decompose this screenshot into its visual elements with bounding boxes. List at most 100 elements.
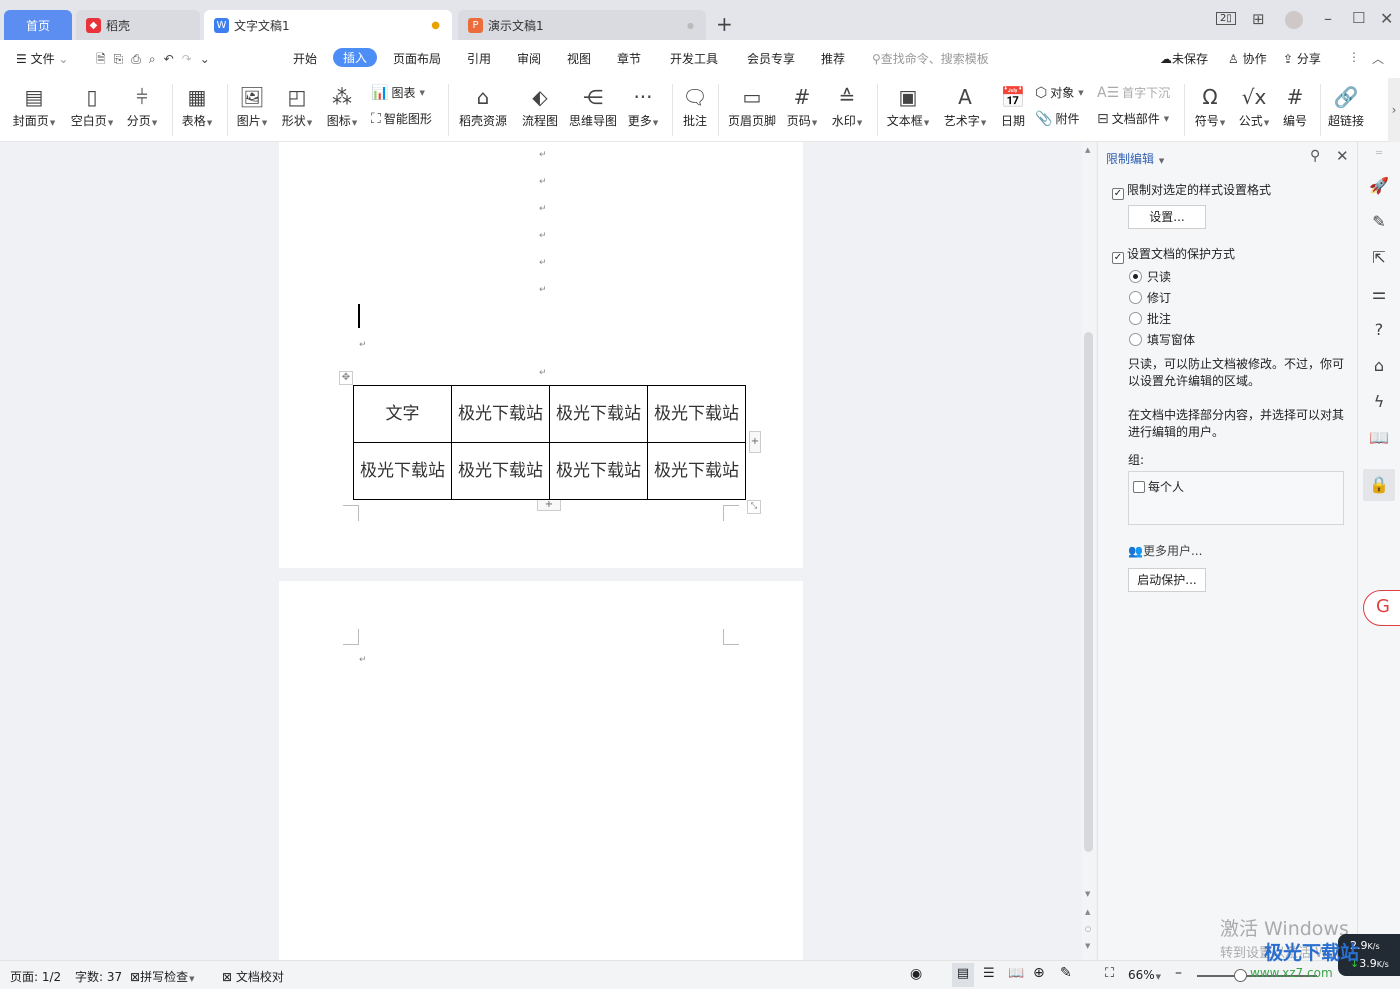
menu-review[interactable]: 审阅	[517, 50, 541, 67]
tab-home[interactable]: 首页	[4, 10, 72, 40]
textbox-button[interactable]: ▣ 文本框▼	[878, 82, 938, 129]
start-protection-button[interactable]: 启动保护...	[1128, 568, 1206, 592]
help-icon[interactable]: ?	[1368, 320, 1390, 339]
flowchart-button[interactable]: ⬖ 流程图	[510, 82, 570, 129]
date-button[interactable]: 📅 日期	[983, 82, 1043, 129]
menu-start[interactable]: 开始	[293, 50, 317, 67]
scroll-up-icon[interactable]: ▲	[1085, 146, 1090, 154]
comment-button[interactable]: 🗨 批注	[665, 82, 725, 129]
add-column-button[interactable]: +	[749, 431, 761, 453]
maximize-button[interactable]: ☐	[1352, 9, 1365, 27]
menu-view[interactable]: 视图	[567, 50, 591, 67]
table-button[interactable]: ▦ 表格▼	[167, 82, 227, 129]
undo-icon[interactable]: ↶	[164, 52, 182, 66]
drag-handle-icon[interactable]: ═	[1368, 148, 1390, 159]
chart-button[interactable]: 📊 图表 ▼	[371, 84, 425, 101]
table-cell[interactable]: 极光下载站	[647, 442, 746, 500]
pin-icon[interactable]: ⚲	[1310, 148, 1320, 164]
tab-presentation[interactable]: P 演示文稿1 ●	[458, 10, 706, 40]
web-view-icon[interactable]: ⊕	[1033, 965, 1045, 981]
radio-track-changes[interactable]: 修订	[1129, 289, 1171, 306]
minimize-button[interactable]: –	[1324, 9, 1332, 28]
print-icon[interactable]: ⎙	[131, 52, 149, 66]
select-browse-object-icon[interactable]: ○	[1085, 925, 1091, 933]
icons-button[interactable]: ⁂ 图标▼	[312, 82, 372, 129]
close-pane-icon[interactable]: ✕	[1336, 147, 1349, 165]
redo-icon[interactable]: ↷	[182, 52, 200, 66]
next-page-icon[interactable]: ▼	[1085, 942, 1090, 950]
hyperlink-button[interactable]: 🔗 超链接	[1316, 82, 1376, 129]
rocket-icon[interactable]: 🚀	[1368, 176, 1390, 195]
page-view-icon[interactable]: ▤	[952, 963, 974, 987]
radio-comments[interactable]: 批注	[1129, 310, 1171, 327]
proofread-button[interactable]: ⊠ 文档校对	[222, 968, 284, 985]
page-break-button[interactable]: ⫩ 分页▼	[112, 82, 172, 129]
save-icon[interactable]: 🗎	[96, 52, 114, 66]
radio[interactable]	[1129, 333, 1142, 346]
zoom-level-dropdown[interactable]: 66%▼	[1128, 968, 1161, 982]
menu-insert[interactable]: 插入	[333, 48, 378, 67]
table-cell[interactable]: 文字	[353, 385, 452, 443]
reading-view-icon[interactable]: 📖	[1008, 966, 1024, 981]
lock-icon[interactable]: 🔒	[1363, 469, 1395, 501]
document-page-1[interactable]: ↵ ↵ ↵ ↵ ↵ ↵ ↵ ↵ ✥ + + ⤡	[279, 142, 803, 568]
more-options-icon[interactable]: ⋮	[1348, 50, 1360, 64]
page-indicator[interactable]: 页面: 1/2	[10, 968, 61, 985]
close-button[interactable]: ✕	[1380, 9, 1393, 28]
tab-writer-doc[interactable]: W 文字文稿1 ●	[204, 10, 452, 40]
lightning-icon[interactable]: ϟ	[1368, 392, 1390, 411]
checkbox-checked[interactable]: ✓	[1112, 252, 1124, 264]
tab-docer[interactable]: ◆ 稻壳	[76, 10, 200, 40]
menu-page-layout[interactable]: 页面布局	[393, 50, 441, 67]
menu-recommend[interactable]: 推荐	[821, 50, 845, 67]
book-search-icon[interactable]: 📖	[1368, 428, 1390, 447]
protect-mode-checkbox[interactable]: ✓ 设置文档的保护方式	[1112, 245, 1235, 264]
radio[interactable]	[1129, 312, 1142, 325]
table-move-handle-icon[interactable]: ✥	[339, 371, 353, 385]
checkbox[interactable]	[1133, 481, 1145, 493]
cover-page-button[interactable]: ▤ 封面页▼	[4, 82, 64, 129]
scrollbar-thumb[interactable]	[1084, 332, 1093, 852]
radio-selected[interactable]	[1129, 270, 1142, 283]
file-menu[interactable]: ☰ 文件 ⌄	[16, 50, 68, 67]
docer-resources-button[interactable]: ⌂ 稻壳资源	[453, 82, 513, 129]
table-cell[interactable]: 极光下载站	[549, 442, 648, 500]
settings-button[interactable]: 设置...	[1128, 205, 1206, 229]
table-cell[interactable]: 极光下载站	[451, 385, 550, 443]
format-restrict-checkbox[interactable]: ✓ 限制对选定的样式设置格式	[1112, 181, 1271, 200]
doc-parts-button[interactable]: ⊟ 文档部件 ▼	[1097, 110, 1169, 127]
prev-page-icon[interactable]: ▲	[1085, 908, 1090, 916]
word-count[interactable]: 字数: 37	[75, 968, 122, 985]
share-button[interactable]: ⇪ 分享	[1283, 50, 1321, 67]
apps-grid-icon[interactable]: ⊞	[1252, 10, 1265, 28]
floating-assistant-icon[interactable]: G	[1363, 590, 1400, 626]
more-users-link[interactable]: 👥更多用户...	[1128, 542, 1202, 559]
print-preview-icon[interactable]: ⌕	[149, 52, 164, 66]
eye-protection-icon[interactable]: ◉	[910, 966, 922, 982]
menu-member[interactable]: 会员专享	[747, 50, 795, 67]
spell-check-button[interactable]: ⊠拼写检查▼	[130, 968, 194, 985]
object-button[interactable]: ⬡ 对象 ▼	[1035, 84, 1084, 101]
fit-page-icon[interactable]: ⛶	[1105, 966, 1114, 981]
quick-access-toolbar[interactable]: 🗎⎘⎙⌕↶↷⌄	[96, 50, 218, 71]
table-cell[interactable]: 极光下载站	[353, 442, 452, 500]
radio-fill-forms[interactable]: 填写窗体	[1129, 331, 1195, 348]
menu-developer[interactable]: 开发工具	[670, 50, 718, 67]
more-button[interactable]: ··· 更多▼	[613, 82, 673, 129]
new-tab-button[interactable]: +	[716, 12, 733, 36]
document-page-2[interactable]: ↵	[279, 581, 803, 960]
table-cell[interactable]: 极光下载站	[451, 442, 550, 500]
radio[interactable]	[1129, 291, 1142, 304]
customize-icon[interactable]: ⌄	[200, 52, 218, 66]
pen-icon[interactable]: ✎	[1368, 212, 1390, 231]
drop-cap-button[interactable]: A☰ 首字下沉	[1097, 84, 1170, 101]
unsaved-status[interactable]: ☁未保存	[1160, 50, 1208, 67]
smart-art-button[interactable]: ⛶ 智能图形	[371, 110, 432, 127]
attachment-button[interactable]: 📎 附件	[1035, 110, 1079, 127]
document-table[interactable]: 文字 极光下载站 极光下载站 极光下载站 极光下载站 极光下载站 极光下载站 极…	[353, 385, 746, 500]
menu-chapter[interactable]: 章节	[617, 50, 641, 67]
scroll-down-icon[interactable]: ▼	[1085, 890, 1090, 898]
outline-view-icon[interactable]: ☰	[983, 966, 995, 981]
radio-read-only[interactable]: 只读	[1129, 268, 1171, 285]
collab-button[interactable]: ♙ 协作	[1228, 50, 1267, 67]
